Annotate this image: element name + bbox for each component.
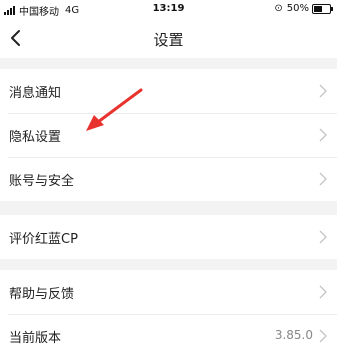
settings-item-label: 当前版本 bbox=[9, 331, 62, 346]
settings-item-version[interactable]: 当前版本 3.85.0 bbox=[0, 314, 337, 358]
settings-item-rate-app[interactable]: 评价红蓝CP bbox=[0, 215, 337, 259]
settings-item-privacy[interactable]: 隐私设置 bbox=[0, 113, 337, 157]
battery-icon bbox=[312, 3, 333, 14]
chevron-right-icon bbox=[319, 172, 327, 186]
settings-group-2: 评价红蓝CP bbox=[0, 215, 337, 259]
battery-percent: 50% bbox=[286, 3, 309, 14]
settings-item-label: 隐私设置 bbox=[9, 130, 62, 145]
settings-item-label: 消息通知 bbox=[9, 86, 62, 101]
chevron-right-icon bbox=[319, 84, 327, 98]
chevron-right-icon bbox=[319, 285, 327, 299]
settings-group-3: 帮助与反馈 当前版本 3.85.0 bbox=[0, 270, 337, 358]
status-right: ⊙ 50% bbox=[274, 3, 333, 14]
chevron-right-icon bbox=[319, 230, 327, 244]
settings-item-notifications[interactable]: 消息通知 bbox=[0, 69, 337, 113]
page-title: 设置 bbox=[153, 31, 184, 49]
status-bar: 中国移动 4G 13:19 ⊙ 50% bbox=[0, 0, 337, 20]
nav-bar: 设置 bbox=[0, 20, 337, 58]
chevron-right-icon bbox=[319, 329, 327, 343]
chevron-right-icon bbox=[319, 128, 327, 142]
settings-item-label: 评价红蓝CP bbox=[9, 232, 78, 247]
orientation-lock-icon: ⊙ bbox=[274, 3, 283, 14]
settings-item-label: 账号与安全 bbox=[9, 174, 75, 189]
settings-item-label: 帮助与反馈 bbox=[9, 287, 75, 302]
settings-item-help-feedback[interactable]: 帮助与反馈 bbox=[0, 270, 337, 314]
version-value: 3.85.0 bbox=[274, 328, 313, 342]
settings-group-1: 消息通知 隐私设置 账号与安全 bbox=[0, 69, 337, 201]
settings-item-account-security[interactable]: 账号与安全 bbox=[0, 157, 337, 201]
